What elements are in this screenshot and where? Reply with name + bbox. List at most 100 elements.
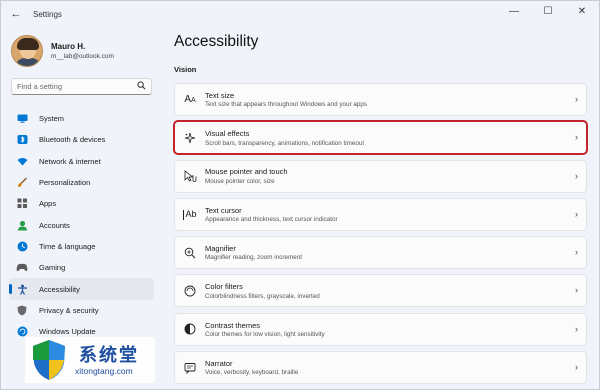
card-title: Color filters (205, 282, 243, 292)
shield-logo-icon (33, 340, 65, 380)
card-title: Text size (205, 90, 235, 100)
chevron-right-icon: › (575, 94, 578, 104)
section-title: Vision (174, 65, 197, 74)
accounts-icon (16, 219, 28, 231)
card-title: Mouse pointer and touch (205, 167, 288, 177)
network-icon (16, 155, 28, 167)
page-title: Accessibility (174, 33, 259, 50)
text-size-icon: AA (184, 94, 196, 105)
sidebar-item-network-internet[interactable]: Network & internet (9, 151, 154, 172)
update-icon (16, 326, 28, 338)
accessibility-icon (16, 283, 28, 295)
globe-clock-icon (16, 240, 28, 252)
card-description: Magnifier reading, zoom increment (205, 254, 302, 262)
main-content: Accessibility Vision AA Text size Text siz… (173, 27, 589, 390)
sidebar-item-time-language[interactable]: Time & language (9, 236, 154, 257)
maximize-button[interactable]: ☐ (531, 1, 565, 21)
sidebar: Mauro H. m__lab@outlook.com Find a setti… (1, 27, 161, 390)
bluetooth-icon (16, 134, 28, 146)
close-button[interactable]: ✕ (565, 1, 599, 21)
watermark-logo: 系统堂 xitongtang.com (25, 337, 155, 383)
sidebar-item-accounts[interactable]: Accounts (9, 214, 154, 235)
card-title: Contrast themes (205, 320, 261, 330)
back-button[interactable]: ← (5, 3, 27, 25)
card-description: Mouse pointer color, size (205, 177, 275, 185)
chevron-right-icon: › (575, 208, 578, 219)
sidebar-item-label: Privacy & security (39, 305, 99, 315)
gaming-icon (16, 262, 28, 274)
card-description: Appearance and thickness, text cursor in… (205, 216, 338, 224)
back-arrow-icon: ← (10, 8, 22, 20)
sidebar-item-label: Network & internet (39, 156, 101, 166)
narrator-icon (182, 362, 198, 374)
card-title: Narrator (205, 358, 233, 368)
app-title: Settings (33, 9, 62, 19)
pointer-icon (182, 170, 198, 182)
minimize-button[interactable]: — (497, 1, 531, 21)
sidebar-item-bluetooth-devices[interactable]: Bluetooth & devices (9, 129, 154, 150)
card-description: Voice, verbosity, keyboard, braille (205, 369, 299, 377)
text-cursor-icon: Ab (183, 209, 197, 220)
setting-card-color-filters[interactable]: Color filters Colorblindness filters, gra… (174, 274, 587, 308)
setting-card-text-size[interactable]: AA Text size Text size that appears throug… (174, 83, 587, 116)
brush-icon (16, 177, 28, 189)
sidebar-item-label: Accessibility (39, 284, 80, 294)
setting-card-magnifier[interactable]: Magnifier Magnifier reading, zoom increme… (174, 236, 587, 270)
avatar (11, 35, 43, 67)
card-title: Text cursor (205, 205, 242, 215)
search-placeholder: Find a setting (17, 82, 63, 91)
chevron-right-icon: › (575, 362, 578, 373)
sidebar-item-label: Time & language (39, 241, 96, 251)
close-icon: ✕ (577, 5, 587, 17)
card-title: Magnifier (205, 243, 236, 253)
card-description: Colorblindness filters, grayscale, inver… (205, 292, 320, 300)
magnifier-icon (182, 247, 198, 259)
sidebar-item-label: Apps (39, 199, 57, 209)
sidebar-item-gaming[interactable]: Gaming (9, 257, 154, 278)
chevron-right-icon: › (575, 132, 578, 143)
color-filter-icon (182, 285, 198, 297)
window-controls: — ☐ ✕ (497, 1, 599, 21)
card-description: Color themes for low vision, light sensi… (205, 331, 325, 339)
search-input[interactable]: Find a setting (11, 78, 152, 95)
card-description: Text size that appears throughout Window… (205, 101, 368, 109)
settings-cards: AA Text size Text size that appears throug… (173, 83, 588, 389)
card-title: Visual effects (205, 129, 250, 139)
setting-card-text-cursor[interactable]: Ab Text cursor Appearance and thickness, t… (174, 197, 587, 231)
setting-card-visual-effects[interactable]: Visual effects Scroll bars, transparency,… (173, 120, 588, 156)
setting-card-narrator[interactable]: Narrator Voice, verbosity, keyboard, brai… (174, 351, 587, 385)
card-description: Scroll bars, transparency, animations, n… (205, 139, 365, 147)
settings-window: ← Settings — ☐ ✕ Mauro H. m__lab@outlook… (0, 0, 600, 390)
sidebar-item-label: Bluetooth & devices (39, 135, 106, 145)
contrast-icon (182, 323, 198, 335)
sparkle-icon (182, 132, 198, 144)
title-bar: ← Settings — ☐ ✕ (1, 1, 599, 27)
sidebar-item-system[interactable]: System (9, 108, 154, 129)
chevron-right-icon: › (575, 285, 578, 296)
sidebar-item-accessibility[interactable]: Accessibility (9, 278, 154, 300)
sidebar-item-personalization[interactable]: Personalization (9, 172, 154, 193)
chevron-right-icon: › (575, 247, 578, 258)
sidebar-nav: System Bluetooth & devices Network & inter… (9, 108, 154, 342)
shield-icon (16, 304, 28, 316)
sidebar-item-privacy-security[interactable]: Privacy & security (9, 300, 154, 321)
sidebar-item-label: Accounts (39, 220, 70, 230)
profile-name: Mauro H. (51, 42, 86, 51)
sidebar-item-label: Gaming (39, 263, 66, 273)
maximize-icon: ☐ (543, 5, 553, 17)
setting-card-contrast-themes[interactable]: Contrast themes Color themes for low visi… (174, 312, 587, 346)
system-icon (16, 113, 28, 125)
apps-icon (16, 198, 28, 210)
minimize-icon: — (509, 5, 519, 17)
setting-card-mouse-pointer-and-touch[interactable]: Mouse pointer and touch Mouse pointer col… (174, 159, 587, 193)
chevron-right-icon: › (575, 323, 578, 334)
profile-email: m__lab@outlook.com (51, 53, 114, 60)
sidebar-item-label: System (39, 114, 65, 124)
sidebar-item-label: Personalization (39, 178, 91, 188)
sidebar-item-label: Windows Update (39, 327, 96, 337)
user-profile[interactable]: Mauro H. m__lab@outlook.com (11, 35, 114, 67)
watermark-brand: 系统堂 (79, 345, 139, 366)
sidebar-item-apps[interactable]: Apps (9, 193, 154, 214)
search-icon (137, 81, 146, 92)
watermark-site: xitongtang.com (75, 366, 133, 376)
